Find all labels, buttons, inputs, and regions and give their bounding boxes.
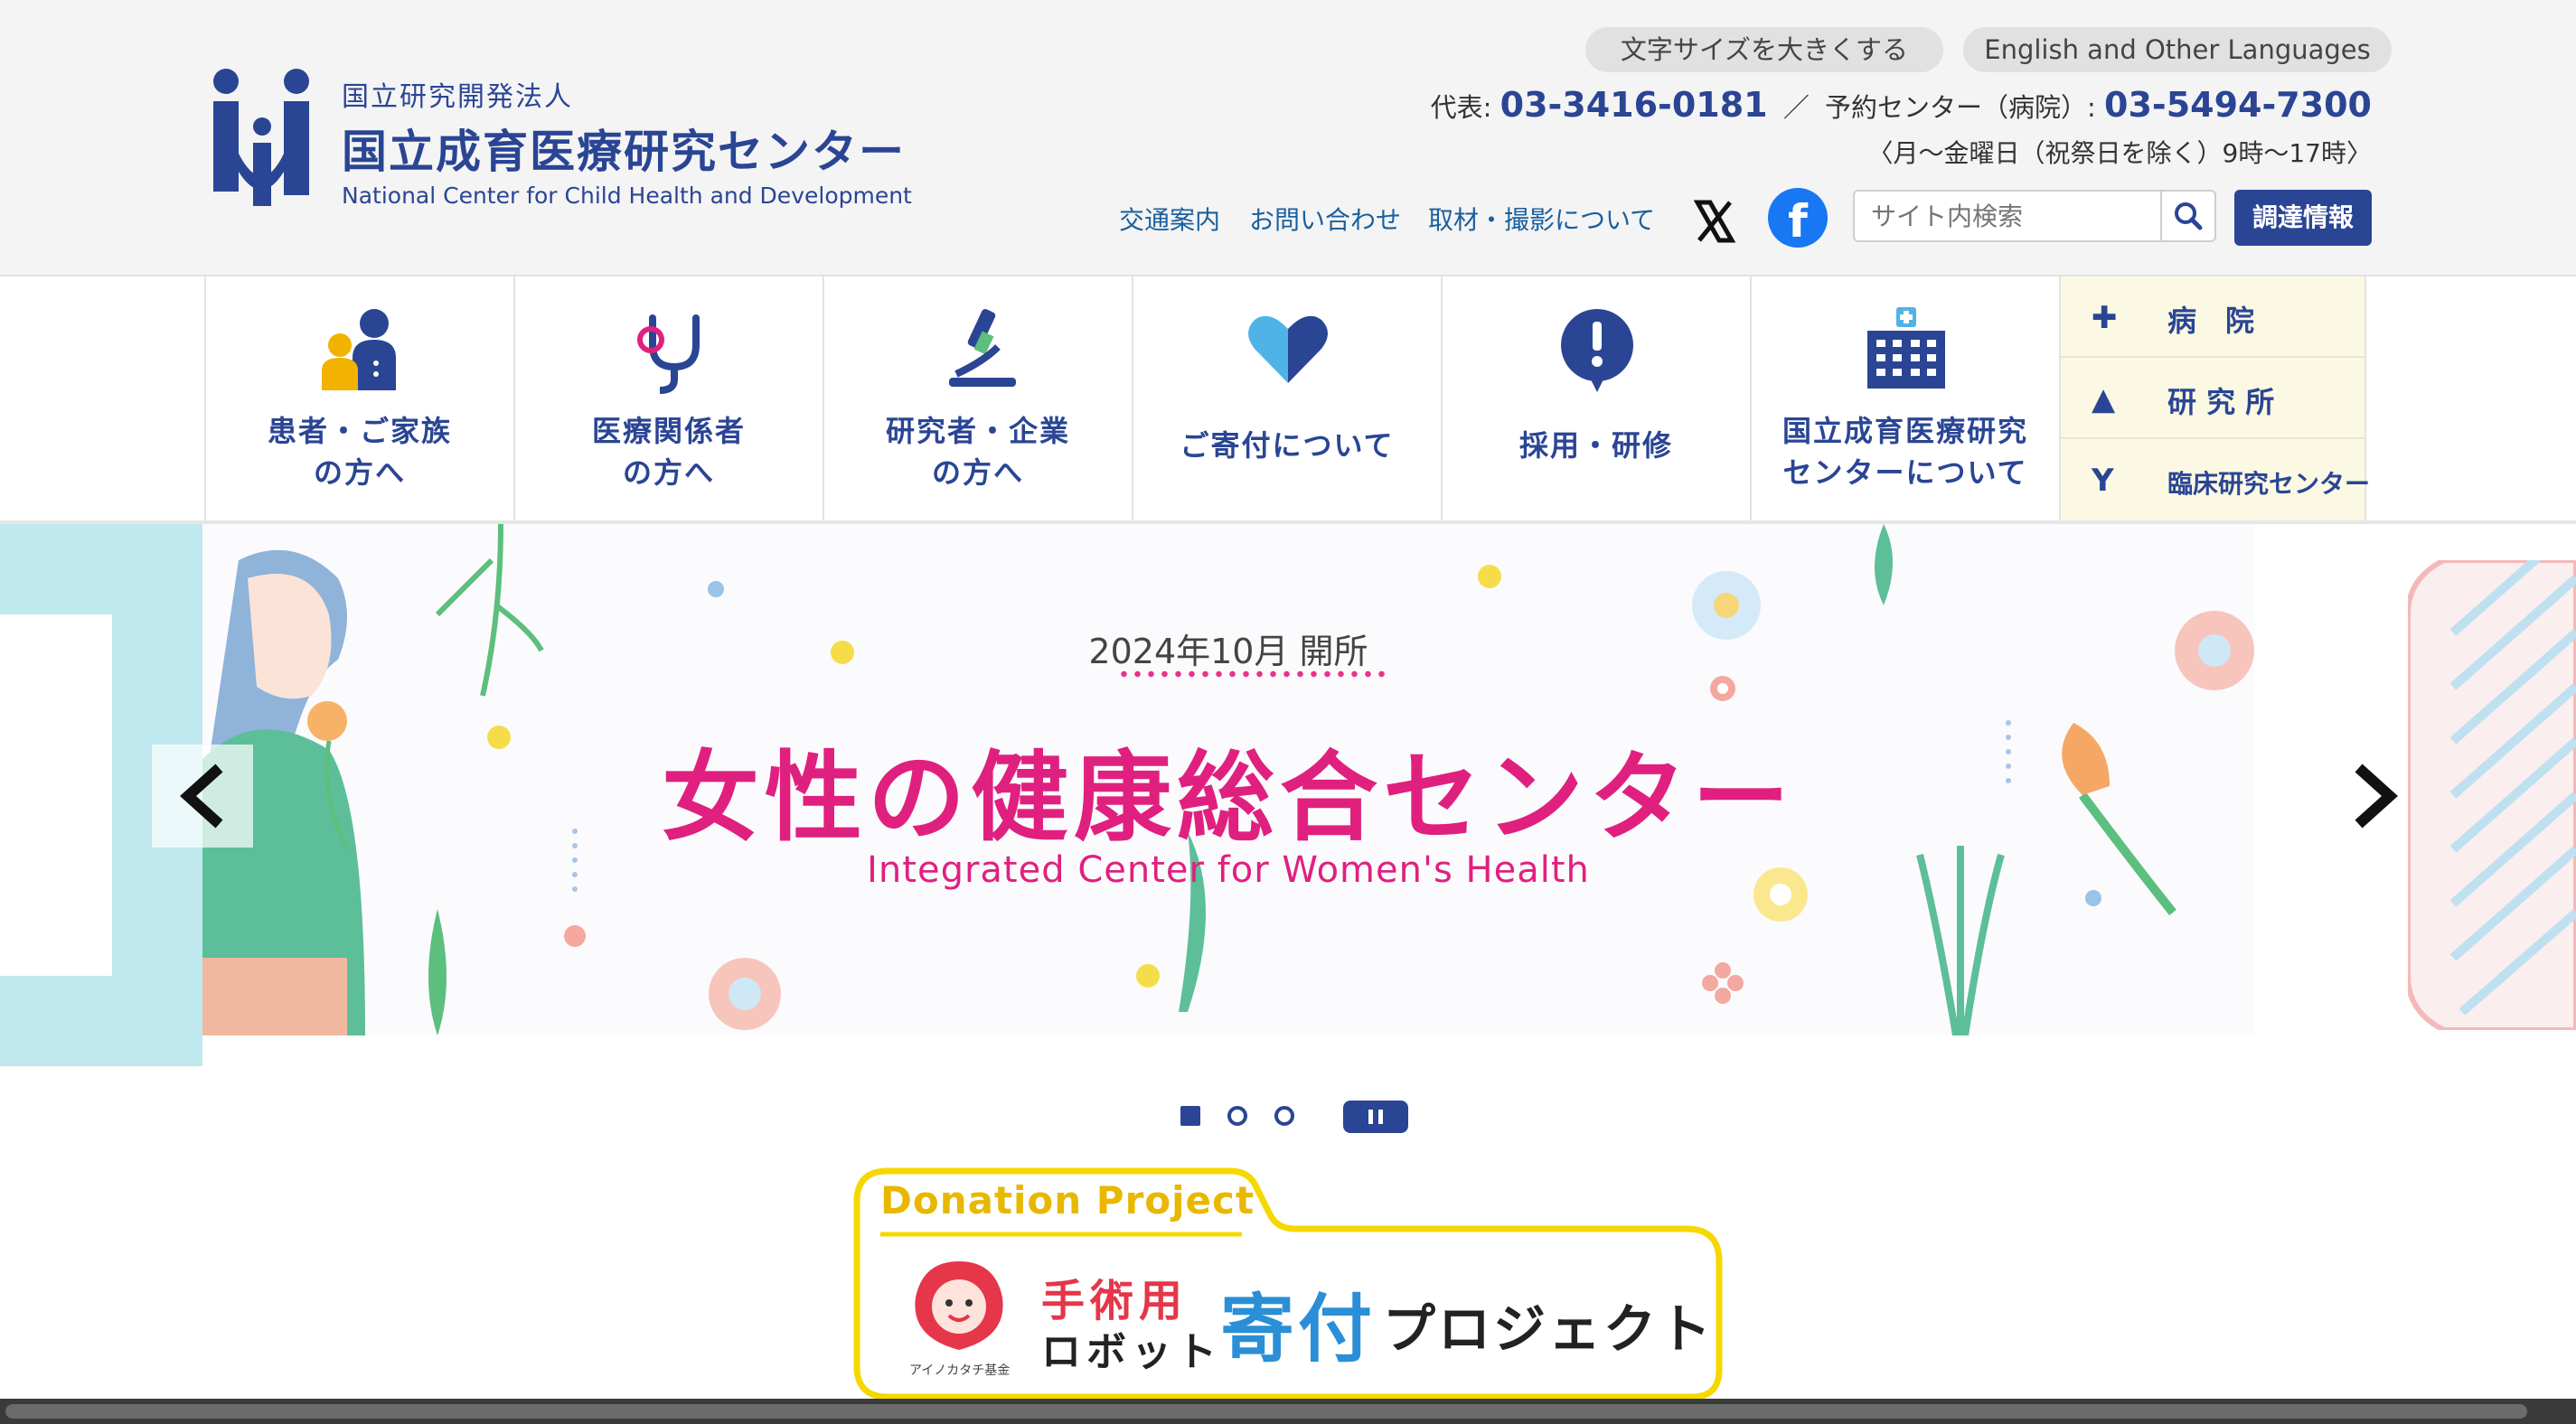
flask-icon: ▲ bbox=[2092, 381, 2116, 417]
horizontal-scrollbar[interactable] bbox=[0, 1399, 2576, 1424]
reserve-phone-number[interactable]: 03-5494-7300 bbox=[2104, 85, 2372, 125]
chevron-left-icon bbox=[180, 764, 223, 829]
carousel-dot-3[interactable] bbox=[1274, 1106, 1294, 1126]
carousel-dot-2[interactable] bbox=[1227, 1106, 1247, 1126]
contact-link[interactable]: お問い合わせ bbox=[1249, 201, 1401, 237]
main-phone-number[interactable]: 03-3416-0181 bbox=[1500, 85, 1768, 125]
carousel-pause-button[interactable] bbox=[1343, 1101, 1408, 1133]
next-slide-peek bbox=[2408, 560, 2576, 1030]
nav-medical-professionals[interactable]: 医療関係者 の方へ bbox=[513, 276, 823, 520]
nav-researchers-label: 研究者・企業 の方へ bbox=[885, 414, 1070, 490]
press-link[interactable]: 取材・撮影について bbox=[1428, 201, 1655, 237]
global-nav: 患者・ご家族の方へ 医療関係者の方へ 研究者・企業の方へ ご寄付について bbox=[0, 276, 2576, 524]
carousel-next-button[interactable] bbox=[2323, 745, 2424, 848]
heart-icon bbox=[1248, 315, 1328, 383]
main-phone-label: 代表: bbox=[1430, 92, 1492, 123]
site-header: 国立研究開発法人 国立成育医療研究センター National Center fo… bbox=[0, 0, 2576, 276]
hero-date-underline bbox=[1117, 670, 1388, 678]
sidenav-research-institute[interactable]: ▲ 研 究 所 bbox=[2061, 358, 2364, 439]
chevron-right-icon bbox=[2355, 764, 2398, 829]
sidenav-research-label: 研 究 所 bbox=[2167, 385, 2275, 419]
stethoscope-icon bbox=[637, 314, 700, 394]
sprout-icon: Y bbox=[2092, 463, 2114, 499]
pause-icon bbox=[1368, 1110, 1383, 1124]
search-icon bbox=[2175, 202, 2203, 230]
ncchd-logo-mark bbox=[213, 69, 309, 206]
phone-hours: 〈月〜金曜日（祝祭日を除く）9時〜17時〉 bbox=[1867, 138, 2372, 168]
carousel-prev-button[interactable] bbox=[152, 745, 253, 848]
microscope-icon bbox=[949, 308, 1016, 387]
family-icon bbox=[322, 309, 396, 390]
nav-donation-label: ご寄付について bbox=[1180, 428, 1395, 463]
sidenav-clinical-research[interactable]: Y 臨床研究センター bbox=[2061, 439, 2370, 520]
facebook-icon[interactable]: f bbox=[1768, 188, 1828, 248]
nav-recruitment-label: 採用・研修 bbox=[1518, 428, 1673, 463]
site-search bbox=[1853, 190, 2216, 242]
site-logo[interactable]: 国立研究開発法人 国立成育医療研究センター National Center fo… bbox=[206, 63, 912, 217]
hero-date: 2024年10月 開所 bbox=[1088, 632, 1368, 671]
hero-title: 女性の健康総合センター bbox=[661, 742, 1795, 855]
nav-medical-professionals-label: 医療関係者 の方へ bbox=[591, 414, 746, 490]
nav-donation[interactable]: ご寄付について bbox=[1132, 276, 1441, 520]
hospital-building-icon bbox=[1867, 307, 1945, 389]
search-button[interactable] bbox=[2160, 192, 2214, 240]
hero-subtitle: Integrated Center for Women's Health bbox=[867, 849, 1590, 891]
sidenav-clinical-label: 臨床研究センター bbox=[2167, 469, 2371, 499]
logo-name-ja: 国立成育医療研究センター bbox=[342, 126, 906, 178]
exclamation-icon bbox=[1561, 309, 1633, 392]
search-input[interactable] bbox=[1855, 192, 2158, 240]
donation-banner[interactable]: Donation Project アイノカタチ基金 手術用 ロボット 寄付 プロ… bbox=[853, 1166, 1723, 1401]
donation-robot: ロボット bbox=[1041, 1329, 1222, 1375]
hero-carousel: 2024年10月 開所 女性の健康総合センター Integrated Cente… bbox=[0, 524, 2576, 1066]
donation-project-word: プロジェクト bbox=[1383, 1298, 1715, 1360]
reserve-phone-label: 予約センター（病院）: bbox=[1825, 92, 2096, 123]
nav-about-label: 国立成育医療研究 センターについて bbox=[1782, 414, 2028, 490]
fund-mascot-icon bbox=[915, 1261, 1003, 1350]
sidenav: ✚ 病 院 ▲ 研 究 所 Y 臨床研究センター bbox=[2059, 276, 2370, 520]
phone-separator: ／ bbox=[1782, 92, 1810, 123]
text-size-button[interactable]: 文字サイズを大きくする bbox=[1585, 27, 1943, 72]
nav-about[interactable]: 国立成育医療研究 センターについて bbox=[1750, 276, 2059, 520]
sidenav-hospital[interactable]: ✚ 病 院 bbox=[2061, 276, 2364, 358]
languages-button[interactable]: English and Other Languages bbox=[1963, 27, 2392, 72]
nav-patients-label: 患者・ご家族 の方へ bbox=[267, 414, 452, 490]
sidenav-hospital-label: 病 院 bbox=[2167, 304, 2255, 338]
logo-name-en: National Center for Child Health and Dev… bbox=[342, 183, 912, 209]
procurement-button[interactable]: 調達情報 bbox=[2234, 190, 2372, 246]
donation-project-label: Donation Project bbox=[880, 1178, 1255, 1223]
phone-info: 代表: 03-3416-0181 ／ 予約センター（病院）: 03-5494-7… bbox=[1431, 85, 2372, 125]
nav-recruitment[interactable]: 採用・研修 bbox=[1441, 276, 1750, 520]
fund-name: アイノカタチ基金 bbox=[909, 1363, 1011, 1378]
logo-org-type: 国立研究開発法人 bbox=[342, 81, 573, 113]
nav-patients[interactable]: 患者・ご家族 の方へ bbox=[204, 276, 513, 520]
carousel-dot-1[interactable] bbox=[1180, 1106, 1200, 1126]
hero-slide[interactable]: 2024年10月 開所 女性の健康総合センター Integrated Cente… bbox=[202, 524, 2254, 1035]
scrollbar-thumb[interactable] bbox=[5, 1404, 2527, 1419]
x-twitter-icon[interactable] bbox=[1690, 197, 1739, 246]
access-link[interactable]: 交通案内 bbox=[1119, 201, 1220, 237]
plus-icon: ✚ bbox=[2092, 300, 2118, 336]
donation-kifu: 寄付 bbox=[1220, 1287, 1377, 1372]
nav-researchers[interactable]: 研究者・企業 の方へ bbox=[823, 276, 1132, 520]
